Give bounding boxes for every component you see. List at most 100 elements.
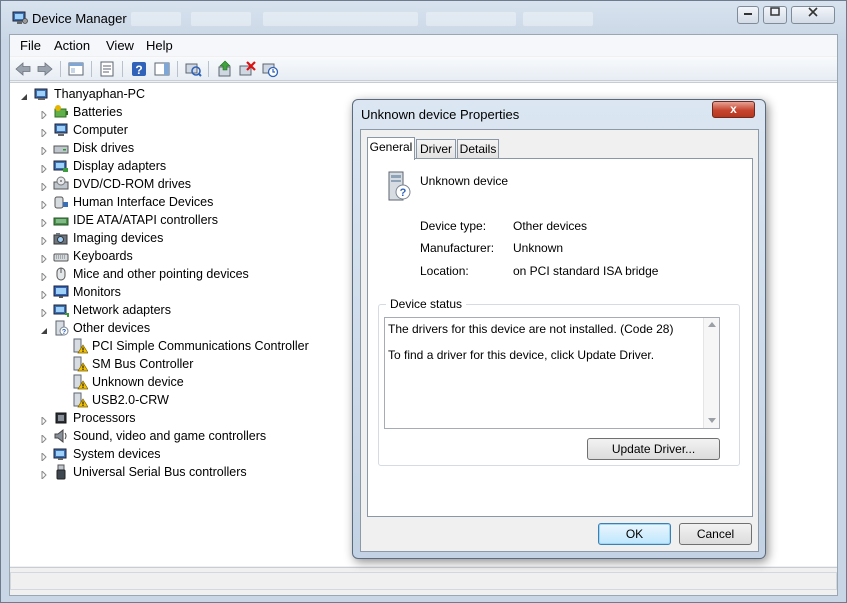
help-icon[interactable]: ? <box>130 60 148 78</box>
tree-item-label: DVD/CD-ROM drives <box>73 177 192 191</box>
status-line-1: The drivers for this device are not inst… <box>388 322 674 336</box>
expand-arrow-icon[interactable] <box>40 450 48 463</box>
warning-device-icon <box>73 356 88 372</box>
expand-arrow-icon[interactable] <box>40 144 48 157</box>
maximize-button[interactable] <box>763 6 787 24</box>
manufacturer-label: Manufacturer: <box>420 241 495 255</box>
expand-arrow-icon[interactable] <box>40 108 48 121</box>
hid-icon <box>54 196 68 209</box>
background-blur <box>131 12 181 26</box>
expand-arrow-icon[interactable] <box>40 234 48 247</box>
background-blur <box>263 12 418 26</box>
tab-general[interactable]: General <box>367 137 415 160</box>
close-window-button[interactable] <box>791 6 835 24</box>
expand-arrow-icon[interactable] <box>40 306 48 319</box>
update-driver-icon[interactable] <box>216 60 234 78</box>
dialog-title: Unknown device Properties <box>361 107 520 122</box>
menu-view[interactable]: View <box>106 38 134 53</box>
forward-icon[interactable] <box>36 60 54 78</box>
scroll-up-icon[interactable] <box>708 321 716 327</box>
warning-device-icon <box>73 392 88 408</box>
scan-hardware-icon[interactable] <box>184 60 202 78</box>
tree-item-label: Network adapters <box>73 303 171 317</box>
properties-dialog: Unknown device Properties x General Driv… <box>352 99 766 559</box>
device-type-value: Other devices <box>513 219 588 233</box>
toolbar-separator <box>177 61 178 77</box>
show-hide-console-tree-icon[interactable] <box>67 60 85 78</box>
device-status-label: Device status <box>386 297 467 311</box>
title-bar[interactable]: Device Manager <box>1 1 846 33</box>
back-icon[interactable] <box>14 60 32 78</box>
cancel-button[interactable]: Cancel <box>679 523 752 545</box>
update-driver-button[interactable]: Update Driver... <box>587 438 720 460</box>
tree-item-label: Computer <box>73 123 128 137</box>
location-value: on PCI standard ISA bridge <box>513 264 659 278</box>
device-name: Unknown device <box>420 174 509 188</box>
warning-device-icon <box>73 338 88 354</box>
processor-icon <box>55 412 67 424</box>
properties-icon[interactable] <box>98 60 116 78</box>
tree-item-label: Processors <box>73 411 136 425</box>
tree-item-label: IDE ATA/ATAPI controllers <box>73 213 218 227</box>
battery-icon <box>54 105 68 118</box>
tree-item-label: Other devices <box>73 321 151 335</box>
tree-item-label: System devices <box>73 447 161 461</box>
tree-item-label: Display adapters <box>73 159 167 173</box>
display-adapter-icon <box>53 160 68 172</box>
background-blur <box>426 12 516 26</box>
tree-item-label: USB2.0-CRW <box>92 393 169 407</box>
expand-arrow-icon[interactable] <box>40 414 48 427</box>
tab-details[interactable]: Details <box>457 139 499 159</box>
tree-item-label: Monitors <box>73 285 121 299</box>
device-type-label: Device type: <box>420 219 487 233</box>
expand-arrow-icon[interactable] <box>40 432 48 445</box>
minimize-button[interactable] <box>737 6 759 24</box>
general-tab-panel: ? Unknown device Device type: Other devi… <box>367 158 753 517</box>
unknown-device-large-icon: ? <box>388 171 411 201</box>
toolbar-separator <box>91 61 92 77</box>
expand-arrow-icon[interactable] <box>40 270 48 283</box>
menu-help[interactable]: Help <box>146 38 173 53</box>
expand-arrow-icon[interactable] <box>40 162 48 175</box>
tab-driver[interactable]: Driver <box>416 139 456 159</box>
menu-action[interactable]: Action <box>54 38 90 53</box>
minimize-icon <box>744 13 752 15</box>
expand-arrow-icon[interactable] <box>40 198 48 211</box>
device-status-textbox[interactable]: The drivers for this device are not inst… <box>384 317 720 429</box>
unknown-device-icon: ? <box>55 320 69 336</box>
expand-arrow-icon[interactable] <box>40 468 48 481</box>
dialog-close-button[interactable]: x <box>712 101 755 118</box>
menu-bar: File Action View Help <box>10 35 837 56</box>
tree-item-label: Sound, video and game controllers <box>73 429 267 443</box>
menu-file[interactable]: File <box>20 38 41 53</box>
show-hide-action-pane-icon[interactable] <box>153 60 171 78</box>
camera-icon <box>53 233 68 245</box>
dialog-body: General Driver Details ? Unknown device … <box>360 129 759 552</box>
tree-item-label: SM Bus Controller <box>92 357 194 371</box>
expand-arrow-icon[interactable] <box>40 216 48 229</box>
svg-text:?: ? <box>400 187 407 199</box>
collapse-arrow-icon[interactable] <box>40 324 48 334</box>
uninstall-icon[interactable] <box>238 60 256 78</box>
expand-arrow-icon[interactable] <box>40 288 48 301</box>
tree-item-label: Thanyaphan-PC <box>54 87 146 101</box>
ok-button[interactable]: OK <box>598 523 671 545</box>
mouse-icon <box>56 267 66 281</box>
monitor-icon <box>53 285 69 298</box>
background-blur <box>523 12 593 26</box>
collapse-arrow-icon[interactable] <box>20 90 28 100</box>
toolbar-separator <box>122 61 123 77</box>
speaker-icon <box>54 428 67 444</box>
status-scrollbar[interactable] <box>703 318 719 428</box>
warning-device-icon <box>73 374 88 390</box>
device-manager-app-icon <box>12 11 28 24</box>
network-adapter-icon <box>53 304 69 317</box>
scroll-down-icon[interactable] <box>708 418 716 424</box>
expand-arrow-icon[interactable] <box>40 126 48 139</box>
disable-icon[interactable] <box>261 60 279 78</box>
tree-item-label: Human Interface Devices <box>73 195 214 209</box>
expand-arrow-icon[interactable] <box>40 180 48 193</box>
expand-arrow-icon[interactable] <box>40 252 48 265</box>
disk-drive-icon <box>53 145 69 154</box>
svg-text:?: ? <box>135 63 142 77</box>
